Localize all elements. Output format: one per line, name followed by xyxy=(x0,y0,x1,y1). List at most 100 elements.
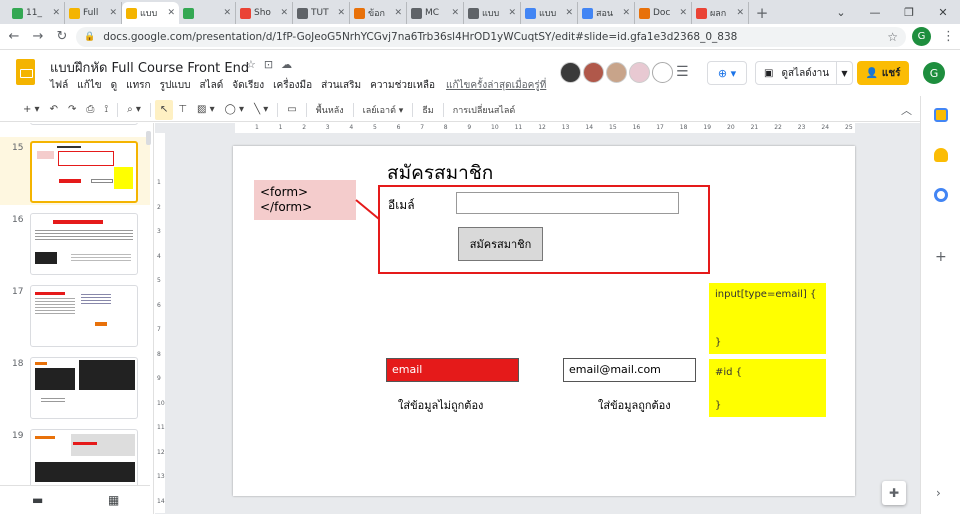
browser-menu-icon[interactable]: ⋮ xyxy=(942,29,955,44)
css-email-selector-note[interactable]: input[type=email] { } xyxy=(709,283,826,354)
collaborator-avatar[interactable] xyxy=(583,62,604,83)
present-options-button[interactable]: ⊕ ▾ xyxy=(707,61,747,85)
email-input-mock[interactable] xyxy=(456,192,679,214)
tab-close-icon[interactable]: ✕ xyxy=(167,8,175,18)
document-title[interactable]: แบบฝึกหัด Full Course Front End xyxy=(50,57,249,78)
share-button[interactable]: 👤 แชร์ xyxy=(857,61,909,85)
tab-close-icon[interactable]: ✕ xyxy=(679,8,687,18)
cloud-status-icon[interactable]: ☁ xyxy=(281,58,292,71)
omnibox[interactable]: 🔒 docs.google.com/presentation/d/1fP-GoJ… xyxy=(76,27,906,47)
tab-close-icon[interactable]: ✕ xyxy=(508,8,516,18)
select-cursor-icon[interactable]: ↖ xyxy=(154,99,174,120)
lock-icon[interactable]: 🔒 xyxy=(84,32,95,42)
vertical-ruler[interactable]: 1 2 3 4 5 6 7 8 9 10 11 12 13 14 xyxy=(155,133,165,513)
minimize-icon[interactable]: — xyxy=(858,0,892,24)
more-collaborators-icon[interactable] xyxy=(652,62,673,83)
get-addons-icon[interactable]: + xyxy=(935,249,947,265)
browser-tab[interactable]: MC ✕ xyxy=(407,2,464,24)
keep-icon[interactable] xyxy=(934,148,948,162)
background-button[interactable]: พื้นหลัง xyxy=(311,103,349,117)
print-icon[interactable]: ⎙ xyxy=(81,100,99,120)
filmstrip-view-icon[interactable]: ▬ xyxy=(32,493,43,507)
horizontal-ruler[interactable]: 1 1 2 3 4 5 6 7 8 9 10 11 12 13 14 15 16 17 18 19 20 21 22 23 24… xyxy=(235,123,855,133)
invalid-email-input-mock[interactable]: email xyxy=(386,358,519,382)
forward-icon[interactable]: → xyxy=(26,29,50,44)
layout-button[interactable]: เลย์เอาต์ ▾ xyxy=(358,103,409,117)
browser-tab[interactable]: แบบ ✕ xyxy=(122,2,179,24)
filmstrip-slide-17[interactable]: 17 xyxy=(0,281,150,349)
browser-tab[interactable]: ✕ xyxy=(179,2,236,24)
menu-item[interactable]: รูปแบบ xyxy=(160,78,191,93)
transition-button[interactable]: การเปลี่ยนสไลด์ xyxy=(448,103,520,117)
browser-tab[interactable]: ผลก ✕ xyxy=(692,2,749,24)
slideshow-dropdown-icon[interactable]: ▼ xyxy=(836,62,852,84)
menu-item[interactable]: สไลด์ xyxy=(199,78,223,93)
menu-item[interactable]: ส่วนเสริม xyxy=(321,78,361,93)
menu-item[interactable]: แก้ไข xyxy=(77,78,101,93)
menu-item[interactable]: ไฟล์ xyxy=(50,78,68,93)
browser-tab[interactable]: TUT ✕ xyxy=(293,2,350,24)
tab-search-icon[interactable]: ⌄ xyxy=(824,0,858,24)
browser-profile-avatar[interactable]: G xyxy=(912,27,931,46)
reload-icon[interactable]: ↻ xyxy=(50,29,74,44)
browser-tab[interactable]: แบบ ✕ xyxy=(464,2,521,24)
browser-tab[interactable]: Full ✕ xyxy=(65,2,122,24)
redo-icon[interactable]: ↷ xyxy=(63,100,81,120)
comment-add-icon[interactable]: ▭ xyxy=(282,100,301,120)
explore-icon[interactable]: ✚ xyxy=(882,481,906,505)
valid-email-input-mock[interactable]: email@mail.com xyxy=(563,358,696,382)
slide[interactable]: สมัครสมาชิก <form> </form> อีเมล์ สมัครส… xyxy=(233,146,855,496)
restore-icon[interactable]: ❐ xyxy=(892,0,926,24)
menu-item[interactable]: แทรก xyxy=(126,78,150,93)
grid-view-icon[interactable]: ▦ xyxy=(108,493,119,507)
back-icon[interactable]: ← xyxy=(2,29,26,44)
menu-item[interactable]: เครื่องมือ xyxy=(273,78,312,93)
new-slide-icon[interactable]: + ▾ xyxy=(18,100,45,120)
tasks-icon[interactable] xyxy=(934,188,948,202)
tab-close-icon[interactable]: ✕ xyxy=(52,8,60,18)
browser-tab[interactable]: Sho ✕ xyxy=(236,2,293,24)
tab-close-icon[interactable]: ✕ xyxy=(622,8,630,18)
theme-button[interactable]: ธีม xyxy=(417,103,438,117)
browser-tab[interactable]: สอน ✕ xyxy=(578,2,635,24)
browser-tab[interactable]: 11_ ✕ xyxy=(8,2,65,24)
bookmark-star-icon[interactable]: ☆ xyxy=(887,30,898,44)
paint-format-icon[interactable]: ⟟ xyxy=(99,100,113,120)
calendar-icon[interactable] xyxy=(934,108,948,122)
undo-icon[interactable]: ↶ xyxy=(45,100,63,120)
filmstrip-slide-19[interactable]: 19 xyxy=(0,425,150,493)
css-id-selector-note[interactable]: #id { } xyxy=(709,359,826,417)
tab-close-icon[interactable]: ✕ xyxy=(565,8,573,18)
browser-tab[interactable]: Doc ✕ xyxy=(635,2,692,24)
tab-close-icon[interactable]: ✕ xyxy=(451,8,459,18)
slides-logo-icon[interactable] xyxy=(16,59,35,85)
browser-tab[interactable]: ข้อก ✕ xyxy=(350,2,407,24)
slideshow-button[interactable]: ▣ ดูสไลด์งาน ▼ xyxy=(755,61,853,85)
filmstrip-scrollbar[interactable] xyxy=(146,131,151,145)
filmstrip-slide-18[interactable]: 18 xyxy=(0,353,150,421)
image-icon[interactable]: ▨ ▾ xyxy=(192,100,220,120)
signup-button-mock[interactable]: สมัครสมาชิก xyxy=(458,227,543,261)
move-folder-icon[interactable]: ⊡ xyxy=(264,58,273,71)
tab-close-icon[interactable]: ✕ xyxy=(223,8,231,18)
filmstrip-slide-partial[interactable] xyxy=(0,123,150,131)
tab-close-icon[interactable]: ✕ xyxy=(109,8,117,18)
expand-side-panel-icon[interactable]: › xyxy=(936,486,941,500)
zoom-icon[interactable]: ⌕ ▾ xyxy=(122,100,146,120)
collaborator-avatar[interactable] xyxy=(606,62,627,83)
browser-tab[interactable]: แบบ ✕ xyxy=(521,2,578,24)
menu-item[interactable]: ความช่วยเหลือ xyxy=(370,78,435,93)
collaborator-avatar[interactable] xyxy=(560,62,581,83)
last-edit-link[interactable]: แก้ไขครั้งล่าสุดเมื่อครู่ที่ xyxy=(446,78,546,93)
tab-close-icon[interactable]: ✕ xyxy=(280,8,288,18)
close-window-icon[interactable]: ✕ xyxy=(926,0,960,24)
tab-close-icon[interactable]: ✕ xyxy=(337,8,345,18)
new-tab-button[interactable]: + xyxy=(749,2,775,24)
collaborator-avatar[interactable] xyxy=(629,62,650,83)
line-icon[interactable]: ╲ ▾ xyxy=(249,100,273,120)
tab-close-icon[interactable]: ✕ xyxy=(736,8,744,18)
star-icon[interactable]: ☆ xyxy=(246,58,256,71)
account-avatar[interactable]: G xyxy=(923,62,945,84)
menu-item[interactable]: จัดเรียง xyxy=(232,78,264,93)
menu-item[interactable]: ดู xyxy=(111,78,118,93)
